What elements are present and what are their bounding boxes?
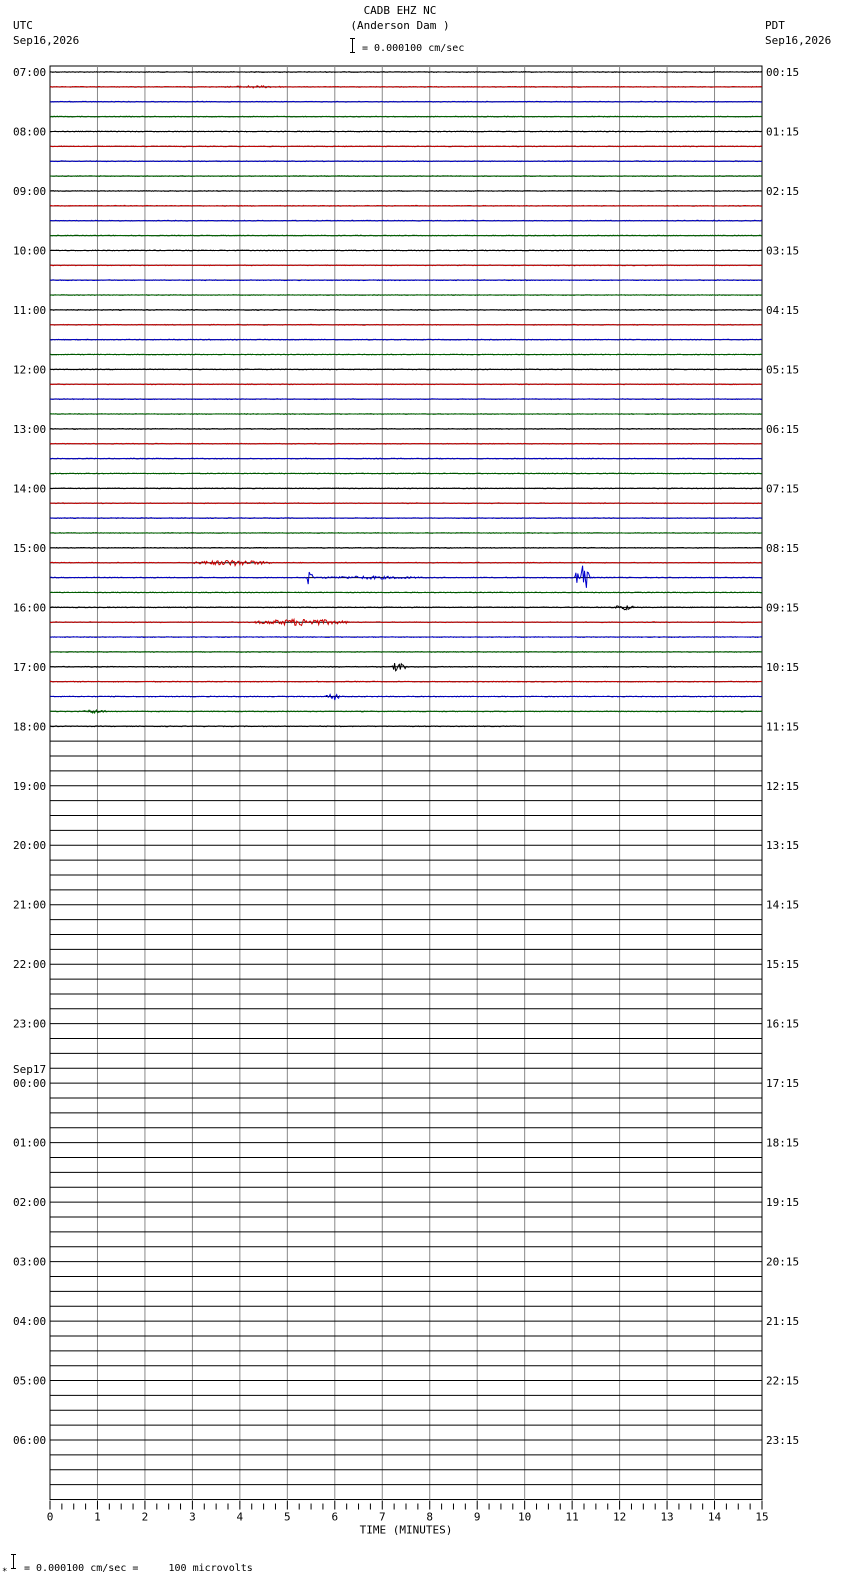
seismic-trace xyxy=(49,264,763,267)
seismic-trace xyxy=(49,502,763,505)
pdt-time-label: 03:15 xyxy=(766,244,799,257)
utc-hour-label: 10:00 xyxy=(13,244,46,257)
x-tick-label: 13 xyxy=(660,1511,673,1524)
seismic-trace xyxy=(49,662,763,672)
x-tick-label: 10 xyxy=(518,1511,531,1524)
utc-hour-label: 01:00 xyxy=(13,1137,46,1150)
utc-hour-label: 16:00 xyxy=(13,601,46,614)
seismic-trace xyxy=(49,680,763,683)
pdt-time-label: 17:15 xyxy=(766,1077,799,1090)
x-tick-label: 0 xyxy=(47,1511,54,1524)
seismic-trace xyxy=(49,412,763,416)
calibration-marker: * xyxy=(2,1567,8,1577)
pdt-time-label: 09:15 xyxy=(766,601,799,614)
utc-hour-label: 09:00 xyxy=(13,185,46,198)
x-tick-label: 9 xyxy=(474,1511,481,1524)
pdt-time-label: 11:15 xyxy=(766,720,799,733)
x-tick-label: 1 xyxy=(94,1511,101,1524)
pdt-time-label: 05:15 xyxy=(766,363,799,376)
x-axis-label: TIME (MINUTES) xyxy=(360,1524,453,1537)
utc-hour-label: 17:00 xyxy=(13,661,46,674)
utc-hour-label: 15:00 xyxy=(13,542,46,555)
calibration-label: = 0.000100 cm/sec = 100 microvolts xyxy=(24,1563,253,1574)
utc-hour-label: 08:00 xyxy=(13,125,46,138)
plot-frame xyxy=(49,65,763,1501)
calibration-bar-icon xyxy=(11,1554,16,1569)
pdt-time-label: 19:15 xyxy=(766,1196,799,1209)
date-change-label: Sep17 xyxy=(13,1063,46,1076)
utc-hour-label: 23:00 xyxy=(13,1018,46,1031)
seismic-trace xyxy=(49,636,763,639)
seismic-trace xyxy=(49,160,763,163)
seismic-trace xyxy=(49,709,763,715)
utc-hour-label: 05:00 xyxy=(13,1375,46,1388)
pdt-time-label: 12:15 xyxy=(766,780,799,793)
seismic-trace xyxy=(49,559,763,567)
pdt-time-label: 07:15 xyxy=(766,482,799,495)
pdt-time-label: 20:15 xyxy=(766,1256,799,1269)
x-tick-label: 15 xyxy=(755,1511,768,1524)
pdt-time-label: 22:15 xyxy=(766,1375,799,1388)
utc-hour-label: 19:00 xyxy=(13,780,46,793)
pdt-time-label: 04:15 xyxy=(766,304,799,317)
pdt-time-label: 21:15 xyxy=(766,1315,799,1328)
seismic-trace xyxy=(49,84,763,89)
seismic-trace xyxy=(50,565,763,588)
x-tick-label: 3 xyxy=(189,1511,196,1524)
utc-hour-label: 04:00 xyxy=(13,1315,46,1328)
utc-hour-label: 14:00 xyxy=(13,482,46,495)
x-tick-label: 12 xyxy=(613,1511,626,1524)
x-tick-label: 5 xyxy=(284,1511,291,1524)
seismic-trace xyxy=(50,130,763,133)
x-tick-label: 4 xyxy=(237,1511,244,1524)
utc-hour-label: 06:00 xyxy=(13,1434,46,1447)
seismic-trace xyxy=(49,175,763,178)
x-tick-label: 14 xyxy=(708,1511,722,1524)
x-tick-label: 8 xyxy=(426,1511,433,1524)
utc-hour-label: 11:00 xyxy=(13,304,46,317)
utc-hour-label: 00:00 xyxy=(13,1077,46,1090)
seismic-trace xyxy=(49,605,763,611)
x-tick-label: 11 xyxy=(566,1511,579,1524)
seismic-trace xyxy=(49,70,763,74)
utc-hour-label: 20:00 xyxy=(13,839,46,852)
utc-hour-label: 21:00 xyxy=(13,899,46,912)
seismic-trace xyxy=(49,219,763,222)
seismic-trace xyxy=(49,383,763,386)
seismogram-plot: 07:00 08:00 09:00 10:00 11:00 12:00 13:00 14:00… xyxy=(13,65,799,1537)
seismic-trace xyxy=(49,189,763,193)
pdt-time-label: 15:15 xyxy=(766,958,799,971)
seismic-trace xyxy=(49,546,763,549)
pdt-time-label: 14:15 xyxy=(766,899,799,912)
seismic-trace xyxy=(49,427,762,430)
pdt-time-label: 23:15 xyxy=(766,1434,799,1447)
pdt-time-label: 00:15 xyxy=(766,66,799,79)
pdt-time-label: 02:15 xyxy=(766,185,799,198)
utc-hour-label: 12:00 xyxy=(13,363,46,376)
utc-hour-label: 02:00 xyxy=(13,1196,46,1209)
utc-hour-label: 07:00 xyxy=(13,66,46,79)
x-tick-label: 7 xyxy=(379,1511,386,1524)
x-tick-label: 2 xyxy=(142,1511,149,1524)
pdt-time-label: 10:15 xyxy=(766,661,799,674)
utc-hour-label: 22:00 xyxy=(13,958,46,971)
seismic-trace xyxy=(49,693,763,701)
x-tick-label: 6 xyxy=(331,1511,338,1524)
utc-hour-label: 18:00 xyxy=(13,720,46,733)
pdt-time-label: 08:15 xyxy=(766,542,799,555)
pdt-time-label: 16:15 xyxy=(766,1018,799,1031)
seismic-trace xyxy=(49,279,763,282)
utc-hour-label: 13:00 xyxy=(13,423,46,436)
pdt-time-label: 06:15 xyxy=(766,423,799,436)
utc-hour-label: 03:00 xyxy=(13,1256,46,1269)
pdt-time-label: 13:15 xyxy=(766,839,799,852)
pdt-time-label: 18:15 xyxy=(766,1137,799,1150)
pdt-time-label: 01:15 xyxy=(766,125,799,138)
